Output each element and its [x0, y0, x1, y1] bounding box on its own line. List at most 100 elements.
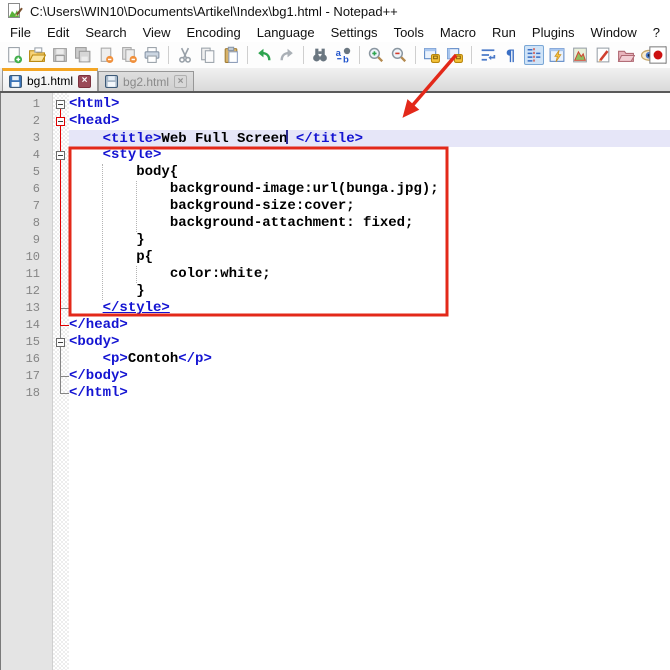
- code-line-18: 18 </html>: [1, 385, 670, 402]
- sync-scroll-horizontal-button[interactable]: [445, 45, 465, 65]
- find-icon: [311, 46, 329, 64]
- function-list-button[interactable]: [547, 45, 567, 65]
- folder-as-workspace-button[interactable]: [616, 45, 636, 65]
- print-button[interactable]: [142, 45, 162, 65]
- tab-close-icon[interactable]: ×: [174, 75, 187, 88]
- close-file-icon: [97, 46, 115, 64]
- menu-help[interactable]: ?: [645, 23, 668, 42]
- tab-bg1.html[interactable]: bg1.html ×: [2, 68, 98, 91]
- code-text: p{: [69, 249, 670, 266]
- tab-bg2.html[interactable]: bg2.html×: [98, 71, 194, 91]
- zoom-in-button[interactable]: [366, 45, 386, 65]
- paste-button[interactable]: [221, 45, 241, 65]
- code-line-13: 13 </style>: [1, 300, 670, 317]
- toolbar-separator: [247, 46, 248, 64]
- cut-button[interactable]: [175, 45, 195, 65]
- save-file-icon: [51, 46, 69, 64]
- document-map-button[interactable]: [570, 45, 590, 65]
- line-number: 6: [1, 181, 53, 198]
- tab-save-icon: [9, 75, 22, 88]
- new-file-icon: [5, 46, 23, 64]
- tab-close-icon[interactable]: ×: [78, 75, 91, 88]
- line-number: 10: [1, 249, 53, 266]
- word-wrap-icon: [479, 46, 497, 64]
- menu-run[interactable]: Run: [484, 23, 524, 42]
- copy-button[interactable]: [198, 45, 218, 65]
- save-all-button[interactable]: [73, 45, 93, 65]
- menu-file[interactable]: File: [2, 23, 39, 42]
- fold-toggle-icon[interactable]: [56, 100, 65, 109]
- menu-window[interactable]: Window: [583, 23, 645, 42]
- line-number: 18: [1, 385, 53, 402]
- toolbar-separator: [303, 46, 304, 64]
- toolbar-separator: [471, 46, 472, 64]
- word-wrap-button[interactable]: [478, 45, 498, 65]
- fold-cell: [53, 249, 69, 266]
- close-file-button[interactable]: [96, 45, 116, 65]
- toolbar-separator: [168, 46, 169, 64]
- fold-cell: [53, 317, 69, 334]
- menu-plugins[interactable]: Plugins: [524, 23, 583, 42]
- undo-button[interactable]: [254, 45, 274, 65]
- indent-guide-icon: [525, 46, 543, 64]
- code-line-15: 15<body>: [1, 334, 670, 351]
- code-line-2: 2<head>: [1, 113, 670, 130]
- code-editor[interactable]: 1<html>2<head>3 <title>Web Full Screen <…: [0, 93, 670, 670]
- close-all-button[interactable]: [119, 45, 139, 65]
- open-file-icon: [28, 46, 46, 64]
- fold-cell: [53, 334, 69, 351]
- document-list-button[interactable]: [593, 45, 613, 65]
- code-line-17: 17</body>: [1, 368, 670, 385]
- menu-view[interactable]: View: [135, 23, 179, 42]
- sync-scroll-horizontal-icon: [446, 46, 464, 64]
- replace-button[interactable]: ab: [333, 45, 353, 65]
- cut-icon: [176, 46, 194, 64]
- tab-bar: bg1.html×bg2.html×: [0, 68, 670, 93]
- toolbar-separator: [359, 46, 360, 64]
- fold-toggle-icon[interactable]: [56, 117, 65, 126]
- line-number: 16: [1, 351, 53, 368]
- fold-toggle-icon[interactable]: [56, 151, 65, 160]
- svg-text:a: a: [336, 48, 342, 59]
- macro-record-button[interactable]: [648, 45, 668, 65]
- menu-settings[interactable]: Settings: [323, 23, 386, 42]
- copy-icon: [199, 46, 217, 64]
- zoom-out-button[interactable]: [389, 45, 409, 65]
- line-number: 8: [1, 215, 53, 232]
- show-all-characters-button[interactable]: ¶: [501, 45, 521, 65]
- close-all-icon: [120, 46, 138, 64]
- code-text: <style>: [69, 147, 670, 164]
- code-text: </html>: [69, 385, 670, 402]
- line-number: 17: [1, 368, 53, 385]
- save-file-button[interactable]: [50, 45, 70, 65]
- fold-toggle-icon[interactable]: [56, 338, 65, 347]
- menu-language[interactable]: Language: [249, 23, 323, 42]
- fold-cell: [53, 147, 69, 164]
- code-line-14: 14</head>: [1, 317, 670, 334]
- menu-edit[interactable]: Edit: [39, 23, 77, 42]
- open-file-button[interactable]: [27, 45, 47, 65]
- menu-encoding[interactable]: Encoding: [179, 23, 249, 42]
- redo-button[interactable]: [277, 45, 297, 65]
- svg-text:¶: ¶: [506, 47, 515, 64]
- code-text: <head>: [69, 113, 670, 130]
- new-file-button[interactable]: [4, 45, 24, 65]
- undo-icon: [255, 46, 273, 64]
- line-number: 7: [1, 198, 53, 215]
- menu-macro[interactable]: Macro: [432, 23, 484, 42]
- code-text: background-image:url(bunga.jpg);: [69, 181, 670, 198]
- indent-guide-button[interactable]: [524, 45, 544, 65]
- find-button[interactable]: [310, 45, 330, 65]
- indent-guide: [136, 266, 137, 283]
- menu-search[interactable]: Search: [77, 23, 134, 42]
- tab-label: bg1.html: [27, 74, 73, 88]
- toolbar: ab ¶: [0, 42, 670, 68]
- line-number: 13: [1, 300, 53, 317]
- notepad-plus-plus-window: C:\Users\WIN10\Documents\Artikel\Index\b…: [0, 0, 670, 670]
- code-line-4: 4 <style>: [1, 147, 670, 164]
- indent-guide: [136, 181, 137, 232]
- code-line-1: 1<html>: [1, 96, 670, 113]
- fold-cell: [53, 181, 69, 198]
- menu-tools[interactable]: Tools: [386, 23, 432, 42]
- sync-scroll-vertical-button[interactable]: [422, 45, 442, 65]
